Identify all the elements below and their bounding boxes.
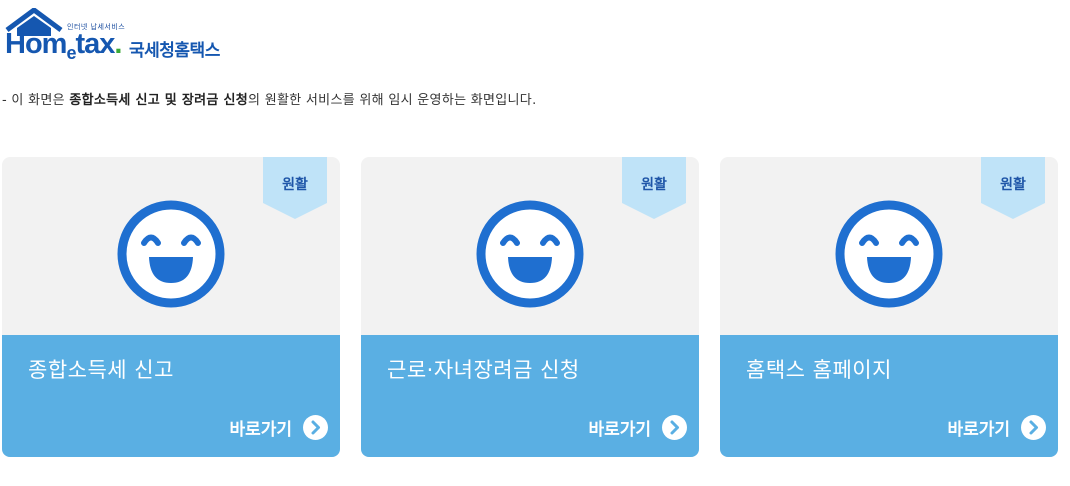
status-badge: 원활 <box>622 157 686 219</box>
service-card-income-tax[interactable]: 원활 종합소득세 신고 바로가기 <box>2 157 340 457</box>
card-title: 근로·자녀장려금 신청 <box>387 358 580 382</box>
logo-korean-name: 국세청홈택스 <box>129 41 220 61</box>
smiley-face-icon <box>117 200 225 308</box>
go-label: 바로가기 <box>947 419 1010 440</box>
notice-text: - 이 화면은 종합소득세 신고 및 장려금 신청의 원활한 서비스를 위해 임… <box>2 93 537 108</box>
go-button[interactable]: 바로가기 <box>229 414 328 440</box>
go-label: 바로가기 <box>229 419 292 440</box>
card-title: 종합소득세 신고 <box>28 358 174 382</box>
card-footer: 종합소득세 신고 바로가기 <box>2 335 340 457</box>
card-footer: 근로·자녀장려금 신청 바로가기 <box>361 335 699 457</box>
notice-emphasis: 종합소득세 신고 및 장려금 신청 <box>69 93 249 108</box>
go-label: 바로가기 <box>588 419 651 440</box>
service-card-incentive[interactable]: 원활 근로·자녀장려금 신청 바로가기 <box>361 157 699 457</box>
go-button[interactable]: 바로가기 <box>588 414 687 440</box>
chevron-right-circle-icon <box>1021 414 1046 440</box>
status-badge: 원활 <box>981 157 1045 219</box>
card-title: 홈택스 홈페이지 <box>746 358 892 382</box>
go-button[interactable]: 바로가기 <box>947 414 1046 440</box>
status-badge: 원활 <box>263 157 327 219</box>
smiley-face-icon <box>476 200 584 308</box>
logo-wordmark: Hometax. <box>5 28 122 63</box>
chevron-right-circle-icon <box>662 414 687 440</box>
smiley-face-icon <box>835 200 943 308</box>
chevron-right-circle-icon <box>303 414 328 440</box>
service-card-homepage[interactable]: 원활 홈택스 홈페이지 바로가기 <box>720 157 1058 457</box>
card-footer: 홈택스 홈페이지 바로가기 <box>720 335 1058 457</box>
hometax-logo[interactable]: 인터넷 납세서비스 Hometax. 국세청홈택스 <box>3 8 243 63</box>
